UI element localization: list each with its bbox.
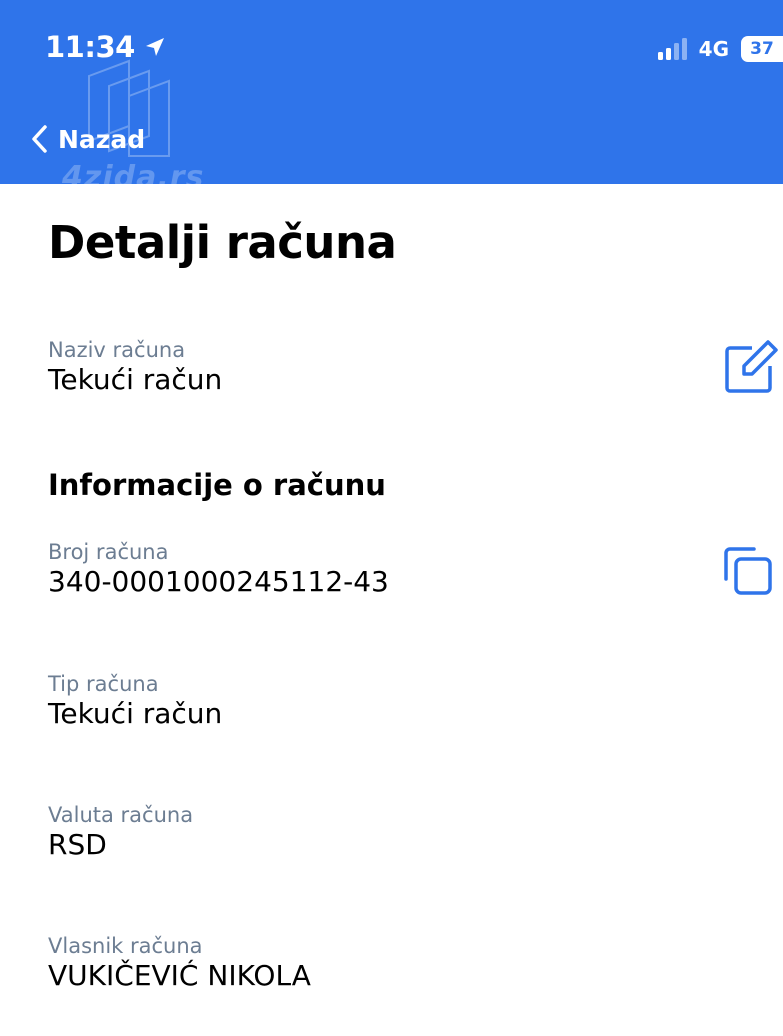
watermark-text: 4zida.rs xyxy=(62,160,205,195)
back-button[interactable]: Nazad xyxy=(30,124,145,154)
account-name-label: Naziv računa xyxy=(48,338,186,362)
account-number-value: 340-0001000245112-43 xyxy=(48,565,389,598)
account-owner-field: Vlasnik računa VUKIČEVIĆ NIKOLA xyxy=(48,934,311,994)
account-name-value: Tekući račun xyxy=(48,363,223,396)
account-currency-field: Valuta računa RSD xyxy=(48,803,193,863)
network-type-label: 4G xyxy=(698,37,729,61)
account-owner-label: Vlasnik računa xyxy=(48,934,203,958)
account-type-value: Tekući račun xyxy=(48,697,223,730)
status-bar-indicators: 4G 37 xyxy=(657,36,783,62)
battery-level-label: 37 xyxy=(750,39,774,59)
app-header: 11:34 4G 37 4zida.rs Nazad xyxy=(0,0,783,195)
back-button-label: Nazad xyxy=(58,124,146,154)
account-number-label: Broj računa xyxy=(48,540,169,564)
account-name-field: Naziv računa Tekući račun xyxy=(48,338,222,398)
account-owner-value: VUKIČEVIĆ NIKOLA xyxy=(48,959,311,992)
account-type-field: Tip računa Tekući račun xyxy=(48,672,222,732)
account-currency-value: RSD xyxy=(48,828,107,861)
copy-icon[interactable] xyxy=(722,545,774,597)
edit-icon[interactable] xyxy=(722,340,778,396)
cellular-signal-icon xyxy=(657,38,687,60)
battery-icon: 37 xyxy=(741,36,783,62)
account-type-label: Tip računa xyxy=(48,672,159,696)
page-title: Detalji računa xyxy=(48,216,397,269)
account-currency-label: Valuta računa xyxy=(48,803,194,827)
chevron-left-icon xyxy=(32,125,47,153)
account-info-heading: Informacije o računu xyxy=(48,468,386,502)
account-number-field: Broj računa 340-0001000245112-43 xyxy=(48,540,389,600)
